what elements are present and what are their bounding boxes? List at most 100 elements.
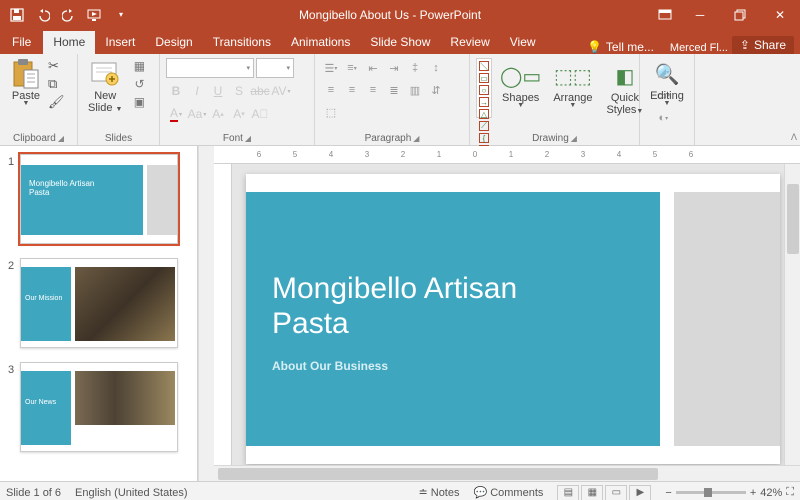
tab-transitions[interactable]: Transitions [203,31,281,54]
horizontal-ruler[interactable]: 6543210123456 [214,146,800,164]
slide-counter[interactable]: Slide 1 of 6 [6,487,61,499]
tab-animations[interactable]: Animations [281,31,360,54]
underline-button[interactable]: U [208,81,228,101]
slide-side-panel[interactable] [674,192,780,446]
slideshow-view-icon[interactable]: ▶ [629,485,651,500]
char-spacing-button[interactable]: AV▾ [271,81,291,101]
shapes-button[interactable]: ◯▭Shapes▼ [498,58,543,111]
zoom-in-button[interactable]: + [750,487,756,499]
font-color-button[interactable]: A▾ [166,104,186,124]
slide[interactable]: Mongibello ArtisanPasta About Our Busine… [246,174,780,464]
section-icon[interactable]: ▣ [130,94,148,110]
reading-view-icon[interactable]: ▭ [605,485,627,500]
shape-gallery[interactable]: ＼▭○ →△⟋ {☆▾ [476,58,492,118]
format-painter-icon[interactable]: 🖌 [48,94,65,110]
layout-icon[interactable]: ▦ [130,58,148,74]
paste-button[interactable]: Paste ▼ [6,56,46,109]
normal-view-icon[interactable]: ▤ [557,485,579,500]
numbering-button[interactable]: ≡▾ [342,58,362,78]
tab-insert[interactable]: Insert [95,31,145,54]
group-font: ▾ ▾ B I U S abc AV▾ A▾ Aa▾ A▴ A▾ A⃠ Font… [160,54,315,145]
sorter-view-icon[interactable]: ▦ [581,485,603,500]
thumbnail-slide-2[interactable]: Our Mission [20,258,178,348]
window-title: Mongibello About Us - PowerPoint [130,8,650,22]
save-icon[interactable] [8,6,26,24]
clear-formatting-button[interactable]: A⃠ [250,104,270,124]
ribbon-tabs: File Home Insert Design Transitions Anim… [0,29,800,54]
tab-design[interactable]: Design [145,31,202,54]
cut-icon[interactable]: ✂ [48,58,65,74]
justify-button[interactable]: ≣ [384,80,404,100]
undo-icon[interactable] [34,6,52,24]
zoom-out-button[interactable]: − [665,487,671,499]
vertical-scrollbar[interactable] [784,164,800,465]
comments-icon: 💬 [474,486,488,499]
tab-slideshow[interactable]: Slide Show [360,31,440,54]
scrollbar-thumb[interactable] [787,184,799,254]
restore-icon[interactable] [720,0,760,29]
align-text-button[interactable]: ⇵ [426,80,446,100]
thumbnail-scrollbar[interactable] [198,146,214,481]
redo-icon[interactable] [60,6,78,24]
notes-button[interactable]: ≐Notes [419,486,460,499]
text-direction-button[interactable]: ↕ [426,58,446,78]
reset-icon[interactable]: ↺ [130,76,148,92]
close-icon[interactable]: ✕ [760,0,800,29]
slides-group-label: Slides [78,133,159,144]
grow-font-button[interactable]: A▴ [208,104,228,124]
italic-button[interactable]: I [187,81,207,101]
copy-icon[interactable]: ⧉ [48,76,65,92]
comments-button[interactable]: 💬Comments [474,486,544,499]
align-center-button[interactable]: ≡ [342,80,362,100]
tab-review[interactable]: Review [440,31,499,54]
tab-home[interactable]: Home [43,31,95,54]
zoom-slider[interactable] [676,491,746,494]
tell-me-search[interactable]: 💡Tell me... [579,40,662,54]
arrange-button[interactable]: ⬚⬚Arrange▼ [549,58,596,111]
slide-content-box[interactable]: Mongibello ArtisanPasta About Our Busine… [246,192,660,446]
minimize-icon[interactable]: ─ [680,0,720,29]
language-status[interactable]: English (United States) [75,487,188,499]
dialog-launcher-icon[interactable]: ◢ [571,134,577,143]
increase-indent-button[interactable]: ⇥ [384,58,404,78]
font-size-select[interactable]: ▾ [256,58,294,78]
share-button[interactable]: ⇪Share [732,36,794,54]
group-clipboard: Paste ▼ ✂ ⧉ 🖌 Clipboard◢ [0,54,78,145]
smartart-button[interactable]: ⬚ [321,102,341,122]
dialog-launcher-icon[interactable]: ◢ [245,134,251,143]
vertical-ruler[interactable] [214,164,232,465]
bold-button[interactable]: B [166,81,186,101]
editing-button[interactable]: 🔍 Editing ▼ [646,56,688,109]
thumb2-label: Our Mission [21,267,71,341]
qat-dropdown-icon[interactable]: ▾ [112,6,130,24]
dialog-launcher-icon[interactable]: ◢ [58,134,64,143]
new-slide-button[interactable]: New Slide ▼ [84,56,126,116]
slide-canvas[interactable]: Mongibello ArtisanPasta About Our Busine… [232,164,784,465]
collapse-ribbon-icon[interactable]: ᐱ [791,132,797,143]
thumbnail-slide-3[interactable]: Our News [20,362,178,452]
start-from-beginning-icon[interactable] [86,6,104,24]
fit-to-window-icon[interactable]: ⛶ [786,486,794,499]
tab-view[interactable]: View [500,31,546,54]
thumbnail-slide-1[interactable]: Mongibello ArtisanPasta [20,154,178,244]
signed-in-user[interactable]: Merced Fl... [662,42,732,54]
align-left-button[interactable]: ≡ [321,80,341,100]
bullets-button[interactable]: ☰▾ [321,58,341,78]
shadow-button[interactable]: S [229,81,249,101]
ribbon-options-icon[interactable] [650,0,680,29]
zoom-slider-thumb[interactable] [704,488,712,497]
dialog-launcher-icon[interactable]: ◢ [413,134,419,143]
change-case-button[interactable]: Aa▾ [187,104,207,124]
line-spacing-button[interactable]: ‡ [405,58,425,78]
strike-button[interactable]: abc [250,81,270,101]
tab-file[interactable]: File [0,31,43,54]
horizontal-scrollbar[interactable] [214,465,800,481]
columns-button[interactable]: ▥ [405,80,425,100]
align-right-button[interactable]: ≡ [363,80,383,100]
new-slide-icon [89,58,121,90]
shrink-font-button[interactable]: A▾ [229,104,249,124]
font-family-select[interactable]: ▾ [166,58,254,78]
scrollbar-thumb[interactable] [218,468,658,480]
zoom-percent[interactable]: 42% [760,487,782,499]
decrease-indent-button[interactable]: ⇤ [363,58,383,78]
